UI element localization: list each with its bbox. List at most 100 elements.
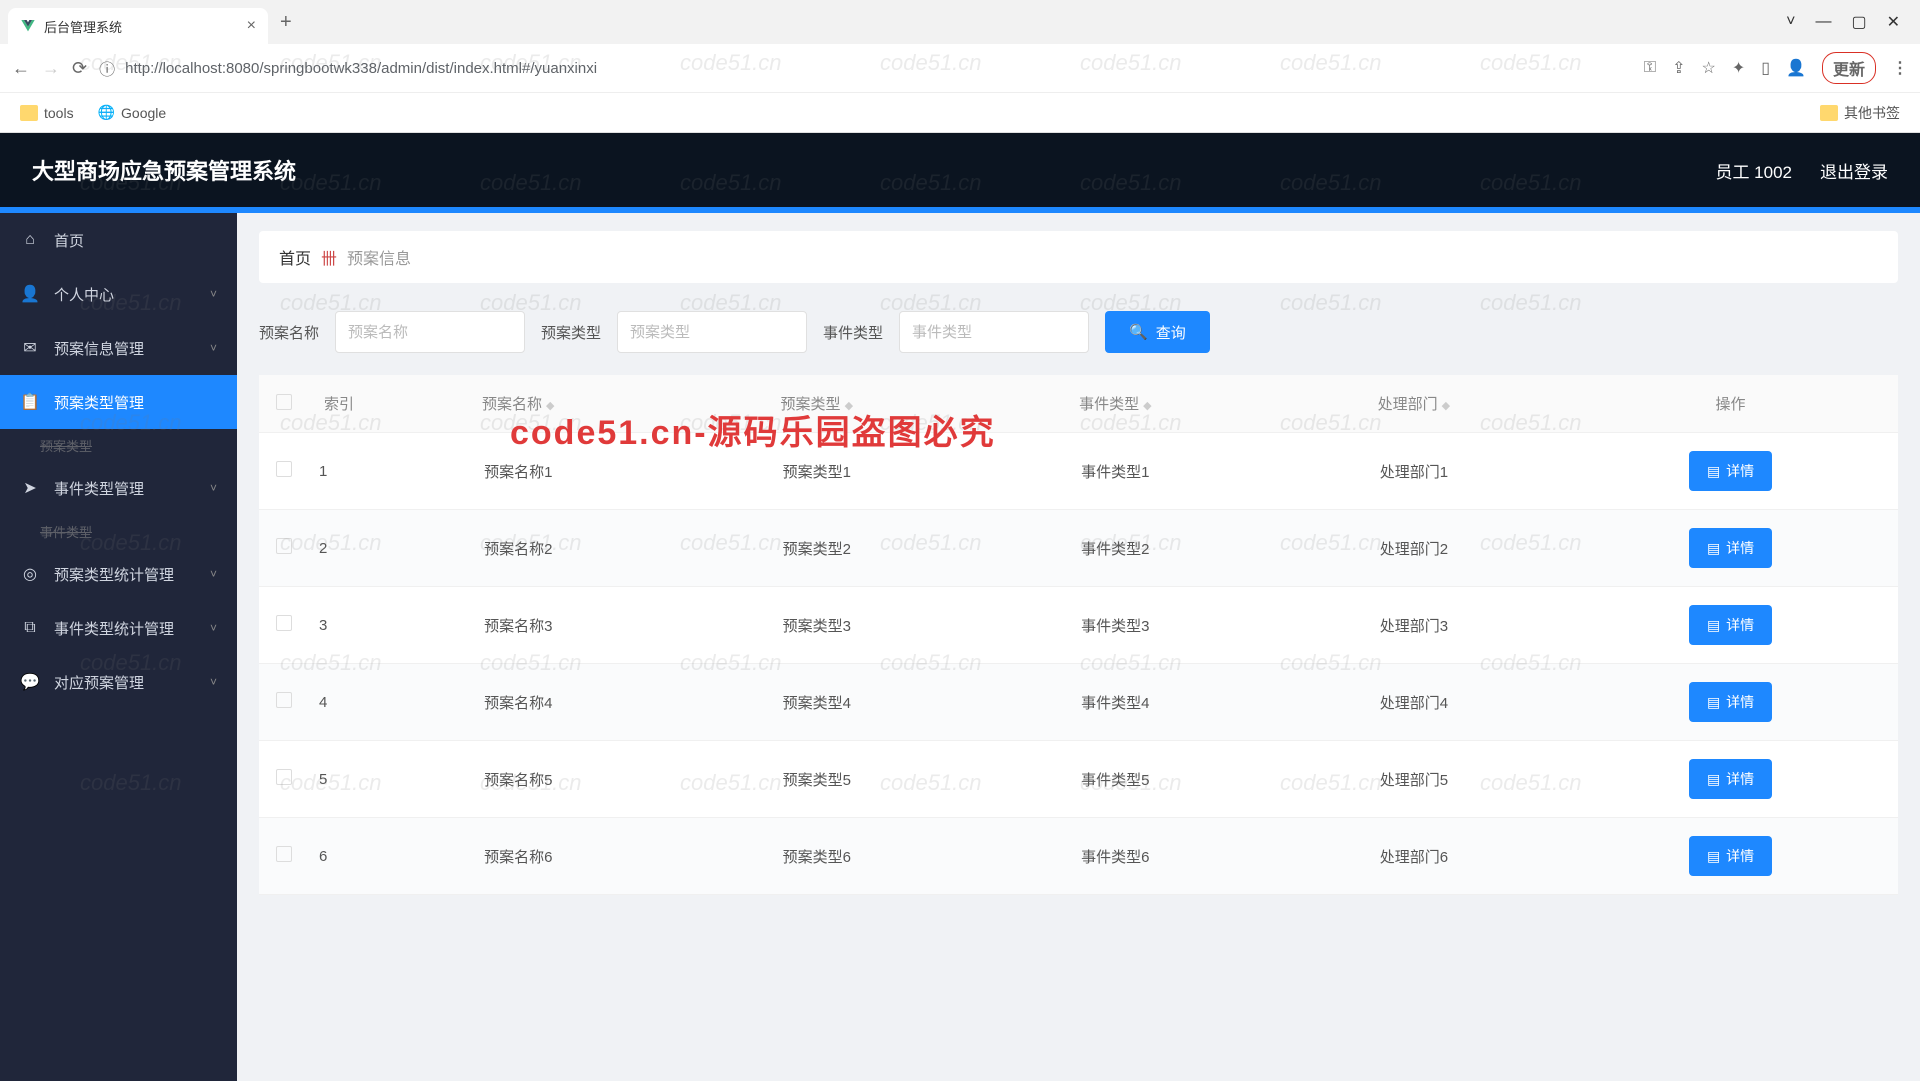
sidebar-item-event-stats[interactable]: ⧉事件类型统计管理˅ [0, 601, 237, 655]
table-row: 5预案名称5预案类型5事件类型5处理部门5▤详情 [259, 741, 1898, 818]
window-close-icon[interactable]: ✕ [1887, 12, 1900, 32]
breadcrumb-home[interactable]: 首页 [279, 245, 311, 269]
detail-button[interactable]: ▤详情 [1689, 528, 1772, 568]
app-body: ⌂ 首页 👤个人中心˅ ✉ 预案信息管理 ˅ 📋预案类型管理 预案类型 ➤ 事件类型管理… [0, 213, 1920, 1081]
sidebar-item-match-plan[interactable]: 💬对应预案管理˅ [0, 655, 237, 709]
checkbox[interactable] [276, 461, 292, 477]
key-icon[interactable]: ⚿ [1644, 59, 1656, 77]
sidebar-sub[interactable]: 预案类型 [0, 429, 237, 461]
sidebar-item-label: 首页 [54, 230, 84, 251]
home-icon: ⌂ [20, 231, 40, 249]
reload-button[interactable]: ⟳ [72, 58, 87, 79]
mail-icon: ✉ [20, 338, 40, 358]
sidebar-item-plan-info[interactable]: ✉预案信息管理˅ [0, 321, 237, 375]
checkbox[interactable] [276, 846, 292, 862]
chevron-down-icon: ˅ [210, 675, 217, 689]
checkbox[interactable] [276, 394, 292, 410]
site-info-icon[interactable]: ⓘ [99, 56, 115, 80]
logout-button[interactable]: 退出登录 [1820, 158, 1888, 183]
detail-button[interactable]: ▤详情 [1689, 759, 1772, 799]
update-button[interactable]: 更新 [1822, 52, 1876, 84]
doc-icon: ▤ [1707, 463, 1720, 480]
chevron-down-icon[interactable]: ˅ [1786, 13, 1795, 31]
col-plan-name[interactable]: 预案名称◆ [369, 375, 668, 433]
sidebar-item-label: 预案信息管理 [54, 338, 144, 359]
sidebar-item-label: 事件类型管理 [54, 478, 144, 499]
checkbox[interactable] [276, 769, 292, 785]
back-button[interactable]: ← [12, 58, 30, 79]
row-checkbox[interactable] [259, 510, 309, 587]
checkbox[interactable] [276, 538, 292, 554]
cell-plan-name: 预案名称6 [369, 818, 668, 895]
address-bar[interactable]: ⓘ http://localhost:8080/springbootwk338/… [99, 56, 1632, 80]
checkbox[interactable] [276, 692, 292, 708]
event-type-input[interactable] [899, 311, 1089, 353]
sidebar-sub[interactable]: 事件类型 [0, 515, 237, 547]
detail-button[interactable]: ▤详情 [1689, 682, 1772, 722]
bookmarks-bar: tools 🌐Google 其他书签 [0, 92, 1920, 132]
bookmark-label: tools [44, 105, 74, 121]
vue-favicon-icon [20, 18, 36, 34]
plan-type-input[interactable] [617, 311, 807, 353]
copy-icon: ⧉ [20, 619, 40, 637]
col-event-type[interactable]: 事件类型◆ [966, 375, 1265, 433]
detail-button[interactable]: ▤详情 [1689, 605, 1772, 645]
select-all-header[interactable] [259, 375, 309, 433]
star-icon[interactable]: ☆ [1702, 58, 1716, 78]
bookmark-label: Google [121, 105, 166, 121]
sidebar-item-home[interactable]: ⌂ 首页 [0, 213, 237, 267]
search-bar: 预案名称 预案类型 事件类型 🔍查询 [259, 303, 1898, 375]
cell-ops: ▤详情 [1563, 510, 1898, 587]
col-plan-type[interactable]: 预案类型◆ [668, 375, 967, 433]
query-button[interactable]: 🔍查询 [1105, 311, 1210, 353]
cell-event-type: 事件类型3 [966, 587, 1265, 664]
row-checkbox[interactable] [259, 818, 309, 895]
row-checkbox[interactable] [259, 741, 309, 818]
arrow-icon: ➤ [20, 478, 40, 498]
cell-ops: ▤详情 [1563, 664, 1898, 741]
cell-dept: 处理部门5 [1265, 741, 1564, 818]
query-label: 查询 [1156, 322, 1186, 343]
plan-name-input[interactable] [335, 311, 525, 353]
fire-icon: 卌 [321, 245, 337, 269]
sidebar-item-plan-stats[interactable]: ◎预案类型统计管理˅ [0, 547, 237, 601]
window-controls: ˅ — ▢ ✕ [1786, 12, 1912, 32]
cell-event-type: 事件类型4 [966, 664, 1265, 741]
row-checkbox[interactable] [259, 587, 309, 664]
browser-tab[interactable]: 后台管理系统 × [8, 8, 268, 44]
sort-icon: ◆ [1143, 400, 1151, 412]
forward-button[interactable]: → [42, 58, 60, 79]
sidebar-item-plan-type[interactable]: 📋预案类型管理 [0, 375, 237, 429]
table-row: 1预案名称1预案类型1事件类型1处理部门1▤详情 [259, 433, 1898, 510]
sidebar-item-event-type[interactable]: ➤事件类型管理˅ [0, 461, 237, 515]
sidebar-item-profile[interactable]: 👤个人中心˅ [0, 267, 237, 321]
col-dept[interactable]: 处理部门◆ [1265, 375, 1564, 433]
extensions-icon[interactable]: ✦ [1732, 58, 1745, 78]
bookmark-google[interactable]: 🌐Google [98, 104, 167, 121]
panel-icon[interactable]: ▯ [1761, 58, 1770, 78]
other-bookmarks[interactable]: 其他书签 [1820, 103, 1900, 123]
clipboard-icon: 📋 [20, 392, 40, 412]
detail-button[interactable]: ▤详情 [1689, 451, 1772, 491]
cell-index: 5 [309, 741, 369, 818]
checkbox[interactable] [276, 615, 292, 631]
col-ops: 操作 [1563, 375, 1898, 433]
row-checkbox[interactable] [259, 433, 309, 510]
kebab-menu-icon[interactable]: ⋮ [1892, 58, 1908, 78]
profile-icon[interactable]: 👤 [1786, 58, 1806, 78]
url-text: http://localhost:8080/springbootwk338/ad… [125, 60, 1632, 77]
sort-icon: ◆ [1442, 400, 1450, 412]
new-tab-button[interactable]: + [280, 11, 292, 34]
breadcrumb: 首页 卌 预案信息 [259, 231, 1898, 283]
detail-button[interactable]: ▤详情 [1689, 836, 1772, 876]
main-content: 首页 卌 预案信息 预案名称 预案类型 事件类型 🔍查询 索引 预案名称◆ 预案… [237, 213, 1920, 1081]
cell-plan-type: 预案类型3 [668, 587, 967, 664]
cell-index: 6 [309, 818, 369, 895]
maximize-icon[interactable]: ▢ [1851, 12, 1866, 32]
close-icon[interactable]: × [247, 17, 256, 35]
user-label[interactable]: 员工 1002 [1715, 158, 1792, 183]
bookmark-tools[interactable]: tools [20, 105, 74, 121]
minimize-icon[interactable]: — [1815, 13, 1831, 31]
row-checkbox[interactable] [259, 664, 309, 741]
share-icon[interactable]: ⇪ [1672, 58, 1685, 78]
